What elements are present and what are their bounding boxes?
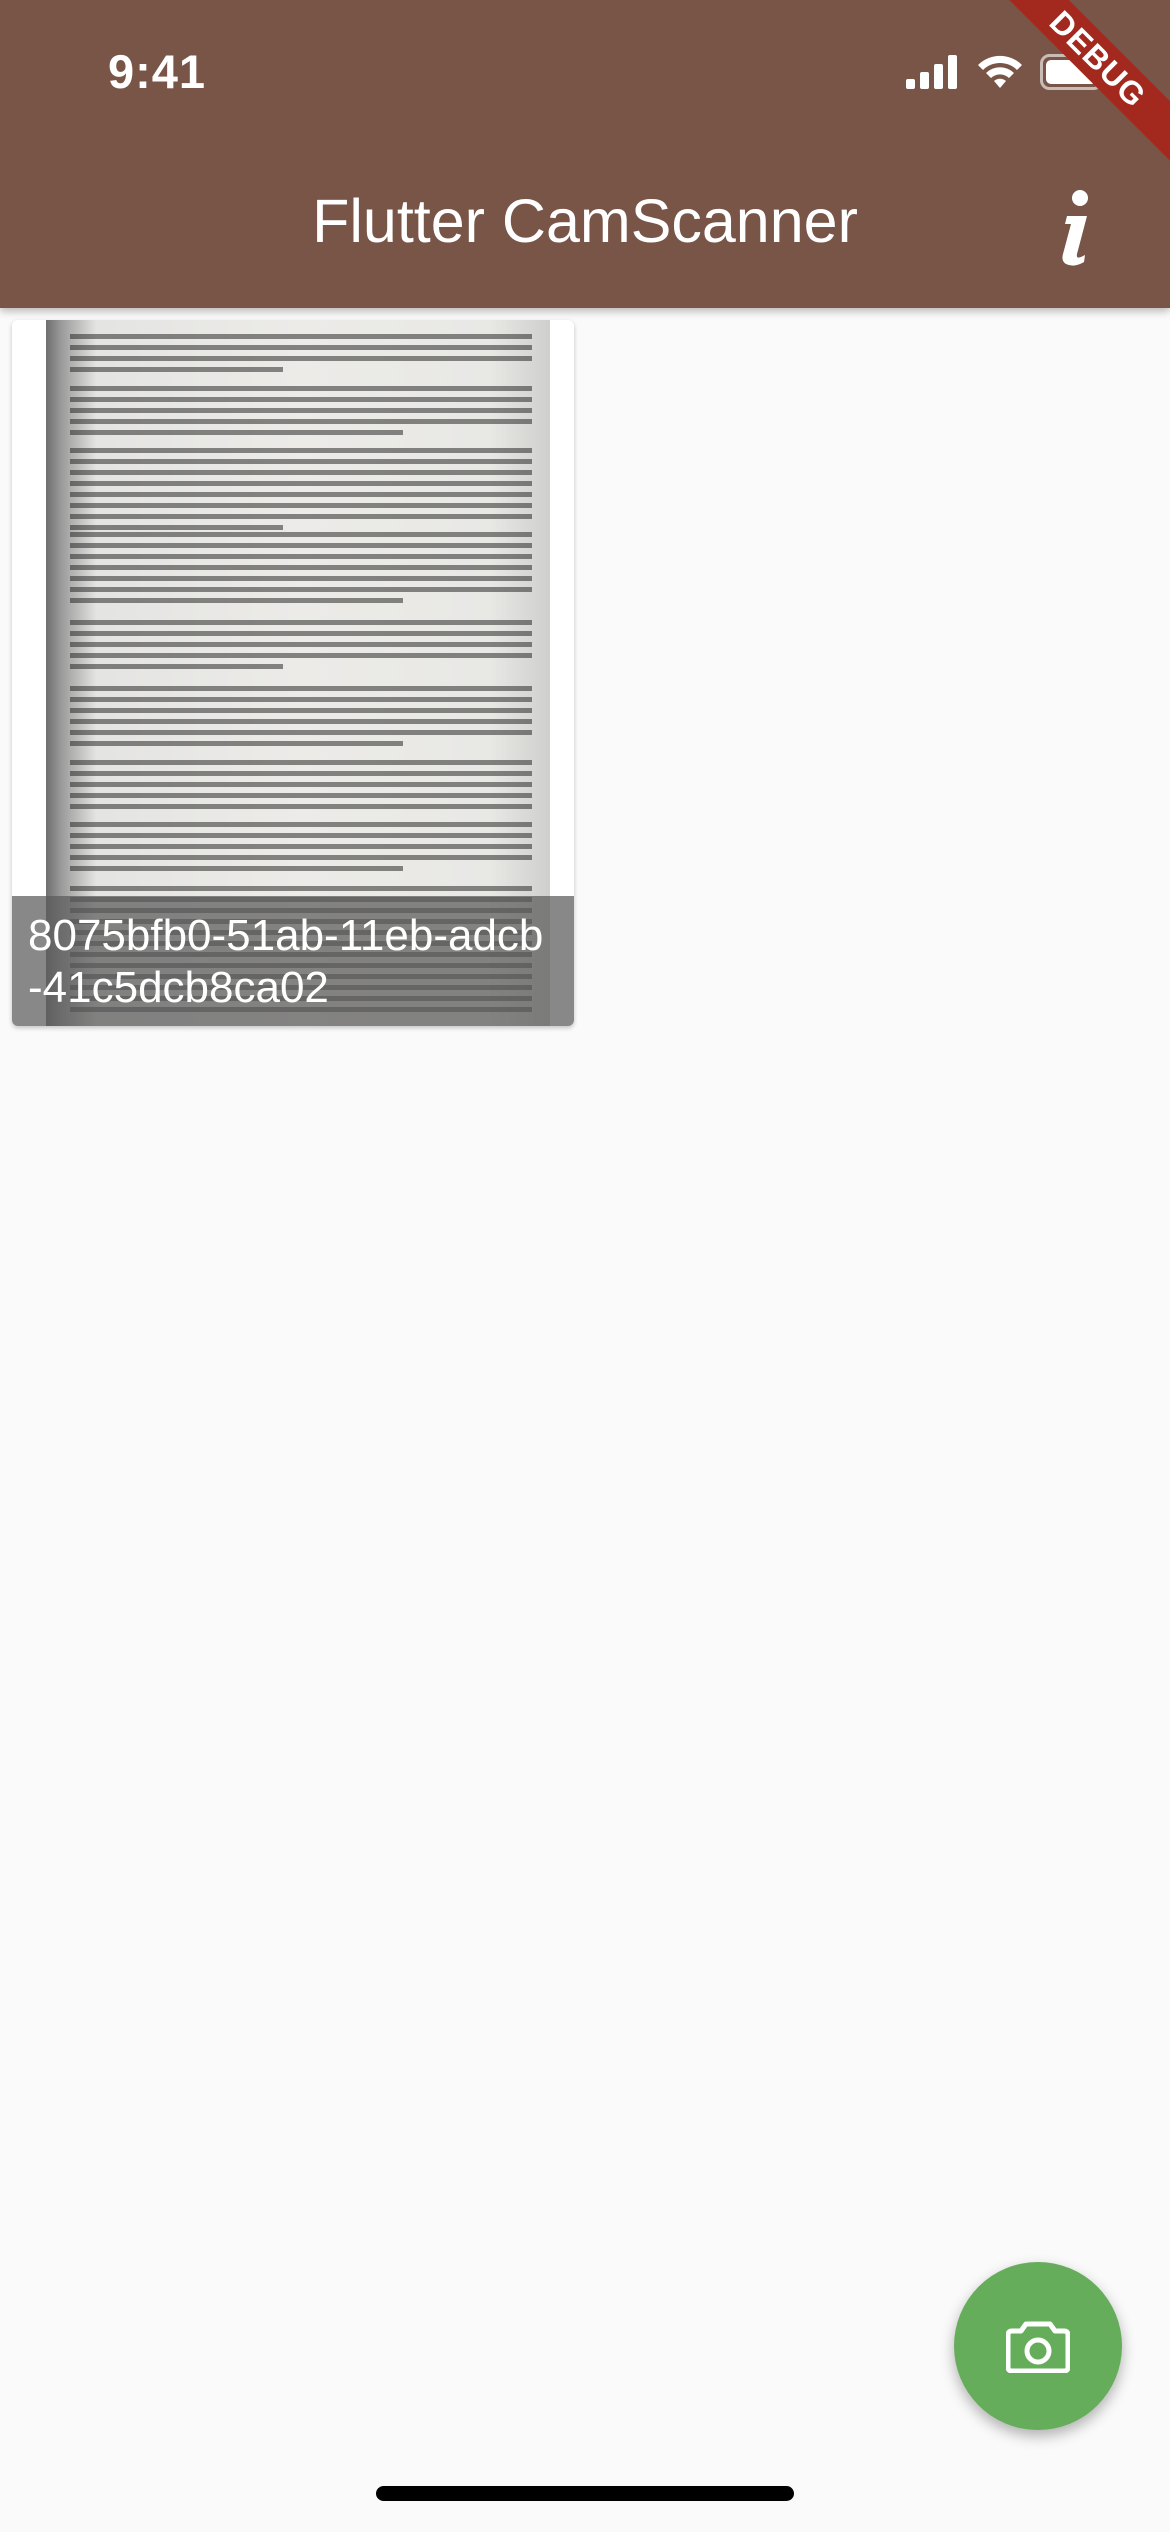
scan-name: 8075bfb0-51ab-11eb-adcb-41c5dcb8ca02	[12, 896, 574, 1026]
scan-card[interactable]: 8075bfb0-51ab-11eb-adcb-41c5dcb8ca02	[12, 320, 574, 1026]
wifi-icon	[978, 55, 1022, 88]
app-title: Flutter CamScanner	[312, 187, 858, 255]
info-button[interactable]	[1040, 178, 1110, 278]
camera-icon	[1006, 2321, 1070, 2373]
status-time: 9:41	[108, 45, 207, 98]
info-icon	[1062, 190, 1088, 266]
scan-camera-button[interactable]	[954, 2262, 1122, 2430]
app-bar: 9:41 Flutter CamScanner DEBUG	[0, 0, 1170, 308]
signal-icon	[906, 55, 957, 89]
home-indicator	[376, 2486, 794, 2501]
